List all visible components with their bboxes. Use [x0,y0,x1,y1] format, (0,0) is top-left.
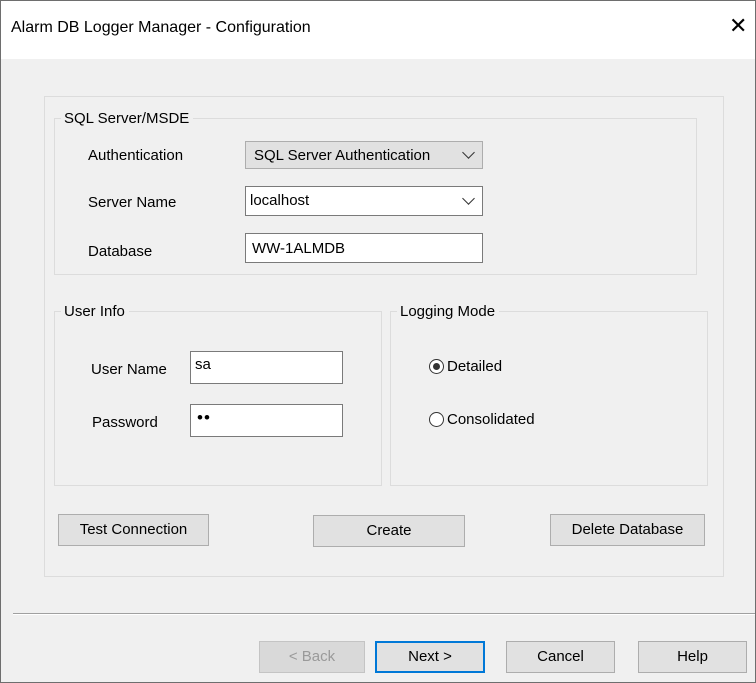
next-button[interactable]: Next > [375,641,485,673]
title-bar: Alarm DB Logger Manager - Configuration … [1,1,755,59]
cancel-button[interactable]: Cancel [506,641,615,673]
logging-mode-legend: Logging Mode [400,303,496,320]
back-button[interactable]: < Back [259,641,365,673]
configuration-dialog: Alarm DB Logger Manager - Configuration … [0,0,756,683]
logging-mode-group: Logging Mode [390,303,708,486]
create-button[interactable]: Create [313,515,465,547]
authentication-dropdown[interactable]: SQL Server Authentication [245,141,483,169]
authentication-value: SQL Server Authentication [254,147,431,164]
password-label: Password [92,414,158,431]
help-button[interactable]: Help [638,641,747,673]
radio-selected-icon [429,359,444,374]
server-name-combobox[interactable]: localhost [245,186,483,216]
delete-database-button[interactable]: Delete Database [550,514,705,546]
radio-consolidated-label: Consolidated [447,411,535,428]
user-name-field[interactable]: sa [190,351,343,384]
authentication-label: Authentication [88,147,184,164]
database-value: WW-1ALMDB [252,240,346,257]
radio-detailed[interactable]: Detailed [429,358,502,375]
close-icon[interactable]: ✕ [729,15,747,37]
radio-unselected-icon [429,412,444,427]
sql-server-legend: SQL Server/MSDE [64,110,190,127]
window-title: Alarm DB Logger Manager - Configuration [11,19,311,36]
password-value: •• [197,408,211,427]
password-field[interactable]: •• [190,404,343,437]
database-label: Database [88,243,153,260]
radio-consolidated[interactable]: Consolidated [429,411,535,428]
database-field[interactable]: WW-1ALMDB [245,233,483,263]
footer-separator [13,613,755,615]
server-name-value: localhost [250,192,310,209]
chevron-down-icon[interactable] [462,192,475,205]
server-name-label: Server Name [88,194,177,211]
user-info-legend: User Info [64,303,125,320]
user-info-group: User Info [54,303,382,486]
user-name-value: sa [195,356,211,373]
test-connection-button[interactable]: Test Connection [58,514,209,546]
chevron-down-icon [462,146,475,159]
user-name-label: User Name [91,361,167,378]
radio-detailed-label: Detailed [447,358,503,375]
